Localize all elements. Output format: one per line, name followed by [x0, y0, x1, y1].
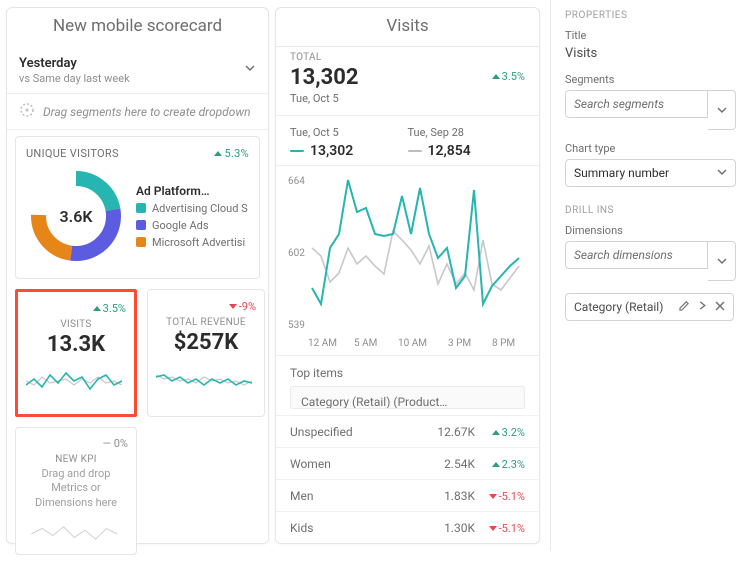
- series-a-swatch: [290, 150, 304, 152]
- segments-dropdown-button[interactable]: [708, 90, 736, 130]
- row-value: 2.54K: [421, 457, 475, 471]
- row-value: 12.67K: [421, 425, 475, 439]
- dimensions-label: Dimensions: [565, 224, 736, 237]
- row-delta: -5.1%: [475, 520, 525, 535]
- revenue-sparkline: [156, 361, 256, 397]
- svg-text:664: 664: [288, 176, 305, 187]
- cmp-b-val: 12,854: [428, 143, 471, 159]
- date-main: Yesterday: [19, 56, 256, 71]
- total-value: 13,302: [290, 65, 525, 90]
- donut-value: 3.6K: [26, 166, 126, 266]
- dimensions-search[interactable]: Search dimensions: [565, 241, 708, 269]
- total-delta: 3.5%: [492, 70, 525, 83]
- chart-type-label: Chart type: [565, 142, 736, 155]
- table-row[interactable]: Kids1.30K-5.1%: [276, 511, 539, 543]
- svg-text:3 PM: 3 PM: [448, 338, 471, 349]
- drillins-header: DRILL INS: [565, 205, 736, 216]
- total-section: TOTAL 13,302 Tue, Oct 5 3.5%: [276, 46, 539, 116]
- visits-title: VISITS: [60, 319, 91, 330]
- donut-chart: 3.6K: [26, 166, 126, 266]
- visits-value: 13.3K: [47, 332, 105, 357]
- properties-header: PROPERTIES: [565, 10, 736, 21]
- top-items-header[interactable]: Category (Retail) (Product…: [290, 386, 525, 409]
- chevron-down-icon: [244, 62, 256, 77]
- visits-card[interactable]: 3.5% VISITS 13.3K: [15, 289, 137, 417]
- detail-title: Visits: [276, 8, 539, 46]
- scorecard-panel: New mobile scorecard Yesterday vs Same d…: [6, 7, 269, 544]
- properties-panel: PROPERTIES Title Visits Segments Search …: [550, 0, 750, 551]
- top-items-label: Top items: [276, 356, 539, 386]
- total-label: TOTAL: [290, 52, 525, 63]
- title-value: Visits: [565, 46, 736, 61]
- compare-row: Tue, Oct 5 13,302 Tue, Sep 28 12,854: [276, 116, 539, 166]
- revenue-delta: -9%: [229, 300, 256, 313]
- newkpi-hint: Drag and drop Metrics or Dimensions here: [24, 467, 128, 510]
- cmp-a-val: 13,302: [310, 143, 353, 159]
- visits-delta: 3.5%: [93, 302, 126, 315]
- segments-search[interactable]: Search segments: [565, 90, 708, 118]
- chevron-down-icon: [717, 166, 727, 180]
- newkpi-delta: — 0%: [102, 437, 128, 450]
- svg-text:539: 539: [288, 320, 305, 331]
- row-name: Kids: [290, 521, 421, 535]
- row-delta: -5.1%: [475, 488, 525, 503]
- new-kpi-card[interactable]: — 0% NEW KPI Drag and drop Metrics or Di…: [15, 427, 137, 555]
- row-delta: 3.2%: [475, 424, 525, 439]
- svg-text:5 AM: 5 AM: [354, 338, 377, 349]
- svg-text:602: 602: [288, 248, 305, 259]
- svg-text:8 PM: 8 PM: [492, 338, 515, 349]
- unique-label: UNIQUE VISITORS: [26, 147, 119, 160]
- unique-visitors-card[interactable]: UNIQUE VISITORS 5.3% 3.6K Ad Platform…: [15, 136, 260, 279]
- row-name: Unspecified: [290, 425, 421, 439]
- row-value: 1.30K: [421, 521, 475, 535]
- svg-text:10 AM: 10 AM: [398, 338, 427, 349]
- dropzone-hint: Drag segments here to create dropdown: [43, 105, 251, 119]
- cmp-b-date: Tue, Sep 28: [408, 126, 526, 139]
- visits-sparkline: [26, 363, 126, 399]
- row-delta: 2.3%: [475, 456, 525, 471]
- close-icon[interactable]: [715, 300, 725, 314]
- dimension-tag[interactable]: Category (Retail): [565, 293, 734, 321]
- donut-legend: Ad Platform… Advertising Cloud S Google …: [136, 184, 249, 249]
- dimension-tag-label: Category (Retail): [574, 300, 663, 314]
- row-value: 1.83K: [421, 489, 475, 503]
- edit-icon[interactable]: [679, 300, 690, 314]
- newkpi-title: NEW KPI: [55, 454, 97, 465]
- newkpi-sparkline: [26, 516, 126, 548]
- series-b-swatch: [408, 150, 422, 152]
- segments-dropzone[interactable]: Drag segments here to create dropdown: [7, 94, 268, 130]
- date-range-selector[interactable]: Yesterday vs Same day last week: [7, 46, 268, 94]
- table-row[interactable]: Unspecified12.67K3.2%: [276, 415, 539, 447]
- svg-text:12 AM: 12 AM: [308, 338, 337, 349]
- table-row[interactable]: Men1.83K-5.1%: [276, 479, 539, 511]
- detail-panel: Visits TOTAL 13,302 Tue, Oct 5 3.5% Tue,…: [275, 7, 540, 544]
- scorecard-title: New mobile scorecard: [7, 8, 268, 46]
- chevron-right-icon[interactable]: [698, 300, 707, 314]
- row-name: Women: [290, 457, 421, 471]
- top-items-table: Unspecified12.67K3.2%Women2.54K2.3%Men1.…: [276, 415, 539, 543]
- title-label: Title: [565, 29, 736, 42]
- cmp-a-date: Tue, Oct 5: [290, 126, 408, 139]
- line-chart: 664 602 539 12 AM 5 AM 10 AM 3 PM 8 PM: [276, 166, 539, 356]
- row-name: Men: [290, 489, 421, 503]
- chart-type-select[interactable]: Summary number: [565, 159, 736, 187]
- revenue-card[interactable]: -9% TOTAL REVENUE $257K: [147, 289, 265, 417]
- table-row[interactable]: Women2.54K2.3%: [276, 447, 539, 479]
- target-icon: [19, 102, 35, 121]
- dimensions-dropdown-button[interactable]: [708, 241, 736, 281]
- revenue-value: $257K: [174, 330, 238, 355]
- revenue-title: TOTAL REVENUE: [166, 317, 246, 328]
- total-date: Tue, Oct 5: [290, 92, 525, 105]
- unique-delta: 5.3%: [214, 147, 249, 160]
- date-compare: vs Same day last week: [19, 72, 256, 85]
- segments-label: Segments: [565, 73, 736, 86]
